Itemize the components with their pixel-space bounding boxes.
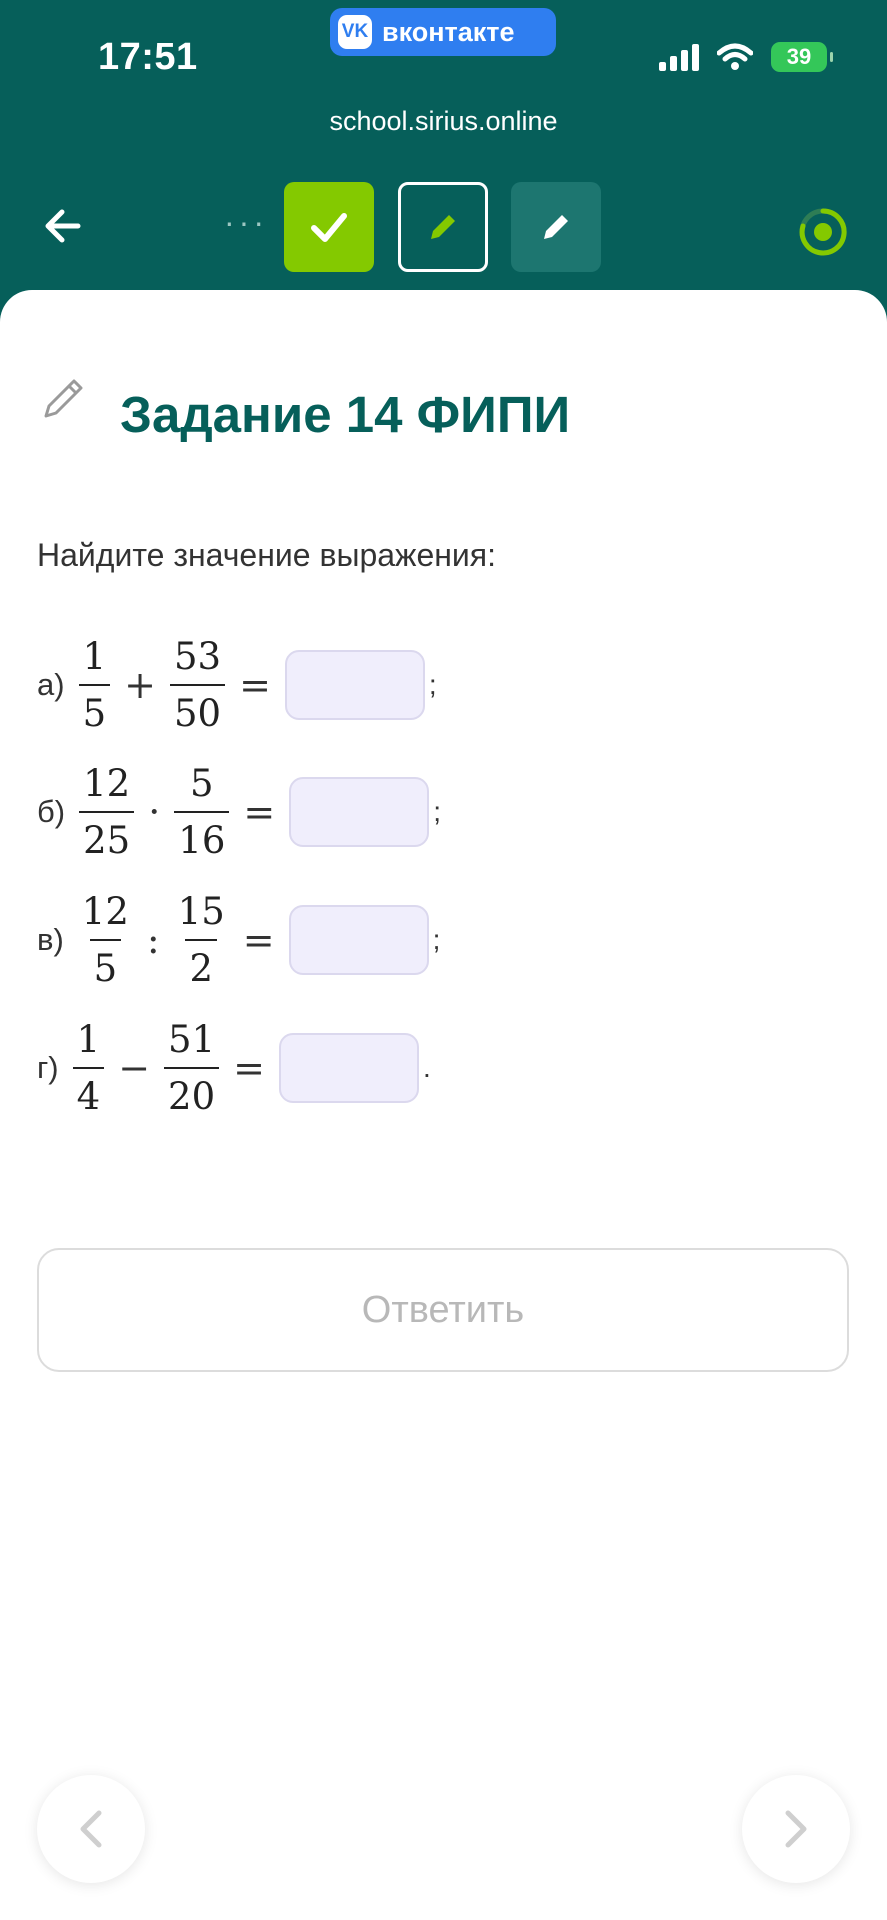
chevron-right-icon	[785, 1810, 807, 1848]
pencil-icon	[544, 215, 568, 239]
operator: +	[124, 663, 156, 707]
wifi-icon	[717, 43, 753, 70]
pencil-icon	[44, 379, 83, 418]
expression-row-d: г) 1 4 − 51 20 = .	[37, 1013, 431, 1123]
equals-sign: =	[233, 1046, 265, 1090]
fraction: 1 5	[78, 635, 111, 735]
denominator: 25	[79, 811, 135, 862]
header: 17:51 VK вконтакте 39 school.sirius.onli…	[0, 0, 887, 330]
vk-pill[interactable]: VK вконтакте	[330, 8, 556, 56]
chevron-left-icon	[80, 1810, 102, 1848]
denominator: 50	[169, 684, 226, 735]
punctuation: ;	[428, 669, 437, 700]
row-label: б)	[37, 794, 66, 829]
fraction: 12 25	[79, 762, 135, 862]
arrow-left-icon[interactable]	[38, 200, 90, 252]
row-label: а)	[37, 667, 65, 702]
task-title: Задание 14 ФИПИ	[120, 386, 571, 443]
row-label: г)	[37, 1050, 59, 1085]
expression-row-c: в) 12 5 : 15 2 = ;	[37, 885, 440, 995]
fraction: 12 5	[78, 890, 133, 990]
numerator: 12	[81, 890, 129, 933]
operator: :	[146, 918, 160, 962]
operator: ·	[148, 790, 161, 834]
numerator: 12	[83, 762, 131, 805]
status-time: 17:51	[98, 36, 198, 78]
vk-logo-icon: VK	[338, 15, 372, 49]
numerator: 5	[190, 762, 214, 805]
denominator: 16	[174, 811, 230, 862]
signal-icon	[659, 43, 699, 71]
answer-input-c[interactable]	[288, 905, 429, 975]
fraction: 5 16	[174, 762, 230, 862]
next-task-button[interactable]	[742, 1775, 850, 1883]
operator: −	[118, 1046, 151, 1090]
status-icons: 39	[659, 42, 833, 72]
vk-label: вконтакте	[382, 16, 515, 47]
answer-input-d[interactable]	[278, 1033, 419, 1103]
answer-input-a[interactable]	[284, 650, 425, 720]
equals-sign: =	[243, 790, 276, 834]
step-completed[interactable]	[284, 182, 374, 272]
pencil-icon	[431, 215, 455, 239]
previous-task-button[interactable]	[37, 1775, 145, 1883]
denominator: 4	[72, 1067, 105, 1118]
url-bar[interactable]: school.sirius.online	[0, 106, 887, 137]
check-icon	[311, 213, 347, 242]
battery-level: 39	[786, 44, 812, 69]
numerator: 15	[177, 890, 225, 933]
equals-sign: =	[242, 918, 275, 962]
submit-button[interactable]: Ответить	[37, 1248, 849, 1372]
battery-icon: 39	[771, 42, 833, 72]
numerator: 1	[82, 635, 107, 678]
numerator: 51	[168, 1018, 216, 1061]
task-prompt: Найдите значение выражения:	[37, 537, 497, 573]
denominator: 5	[78, 684, 111, 735]
step-current[interactable]	[398, 182, 488, 272]
expression-row-a: а) 1 5 + 53 50 = ;	[37, 630, 437, 740]
denominator: 20	[164, 1067, 220, 1118]
punctuation: ;	[432, 924, 441, 955]
equals-sign: =	[239, 663, 271, 707]
denominator: 5	[89, 939, 122, 990]
answer-input-b[interactable]	[289, 777, 430, 847]
denominator: 2	[185, 939, 218, 990]
fraction: 51 20	[164, 1018, 220, 1118]
expression-row-b: б) 12 25 · 5 16 = ;	[37, 757, 441, 867]
row-label: в)	[37, 922, 64, 957]
progress-ring-icon[interactable]	[798, 207, 848, 257]
punctuation: .	[422, 1052, 431, 1083]
more-steps-indicator: ···	[224, 204, 268, 240]
punctuation: ;	[433, 796, 441, 827]
fraction: 53 50	[169, 635, 226, 735]
step-next[interactable]	[511, 182, 601, 272]
fraction: 15 2	[174, 890, 229, 990]
numerator: 1	[76, 1018, 101, 1061]
numerator: 53	[173, 635, 222, 678]
fraction: 1 4	[72, 1018, 105, 1118]
